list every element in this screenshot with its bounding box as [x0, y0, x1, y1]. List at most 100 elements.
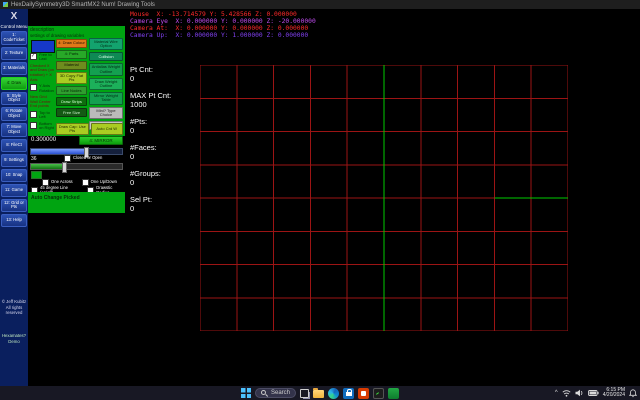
microsoft-store-icon[interactable]: [343, 388, 354, 399]
panel-subdescription: settings of drawing variables: [30, 33, 84, 38]
stat-value: 0: [130, 126, 171, 135]
grid-lines: [200, 65, 568, 331]
slider-handle[interactable]: [62, 162, 67, 173]
viewport[interactable]: Mouse X: -13.714579 Y: 5.428566 Z: 0.000…: [125, 9, 640, 386]
sidebar-item-13-help[interactable]: 13: Help: [1, 214, 27, 227]
stat-label: Pt Cnt:: [130, 65, 171, 74]
stat-faces: #Faces:0: [130, 143, 171, 161]
sidebar-item-12-grid-or-pts[interactable]: 12: Grid or Pts: [1, 199, 27, 213]
slider-fill: [31, 149, 84, 154]
sidebar-item-8-filect[interactable]: 8: FileCt: [1, 139, 27, 152]
mini-type-choice-button[interactable]: Mini? Type Choice: [89, 107, 123, 119]
stat-value: 0: [130, 178, 171, 187]
taskbar-clock[interactable]: 6:15 PM 4/20/2024: [603, 388, 625, 399]
sidebar-item-1-codeticket[interactable]: 1: CodeTicket: [1, 31, 27, 45]
auto-change-label: Auto Change Picked: [31, 195, 80, 201]
sidebar-item-5-style-object[interactable]: 5: Style Object: [1, 92, 27, 106]
notification-bell-icon[interactable]: [629, 389, 637, 398]
tray-overflow-caret-icon[interactable]: ^: [555, 390, 558, 396]
free-size-button[interactable]: Free Size: [56, 108, 87, 117]
checkbox-label: Top to Left: [39, 111, 55, 120]
sidebar-footer: Hexamates? Demo: [0, 333, 28, 344]
model-stats: Pt Cnt:0MAX Pt Cnt:1000#Pts:0#Faces:0#Gr…: [130, 65, 171, 213]
draw-cap-use-pts-button[interactable]: Draw Cap: Use Pts: [56, 123, 89, 135]
count-slider[interactable]: [30, 163, 123, 170]
sidebar-item-9-settings[interactable]: 9: Settings: [1, 154, 27, 167]
sidebar-item-6-rotate-object[interactable]: 6: Rotate Object: [1, 107, 27, 121]
checkbox-label: Y Axis Rotation: [39, 84, 55, 93]
mirror-weight-table-button[interactable]: Mirror Weight Table: [89, 92, 123, 104]
app-window: HexDailySymmetry3D SmartMX2 Num! Drawing…: [0, 0, 640, 400]
checkbox-free-to-last[interactable]: Free to Last: [30, 53, 55, 62]
checkbox-box: [30, 53, 37, 60]
sidebar-item-7-move-object[interactable]: 7: Move Object: [1, 123, 27, 137]
task-view-icon[interactable]: [300, 389, 309, 398]
checkbox-box: [82, 179, 89, 186]
stat-value: 0: [130, 204, 171, 213]
green-app-icon[interactable]: [388, 388, 399, 399]
file-explorer-icon[interactable]: [313, 390, 324, 398]
taskbar-search[interactable]: Search: [255, 388, 296, 398]
stat-value: 0: [130, 152, 171, 161]
start-button[interactable]: [241, 388, 251, 398]
settings-column: description settings of drawing variable…: [28, 9, 125, 386]
volume-icon[interactable]: [575, 389, 584, 397]
readout-line: Camera At: X: 0.000000 Y: 0.000000 Z: 0.…: [130, 25, 316, 32]
4-draw-colour-button[interactable]: 4: Draw Colour: [56, 39, 87, 48]
copyright-text: © Jeff Kubitz All rights reserved: [0, 299, 28, 316]
search-label: Search: [271, 390, 290, 396]
stat-label: Sel Pt:: [130, 195, 171, 204]
panel-left-column: Free to Last Checked X and Draw (on rota…: [30, 53, 55, 130]
terminal-app-icon[interactable]: [373, 388, 384, 399]
checkbox-top-to-left[interactable]: Top to Left: [30, 111, 55, 120]
auto-change-strip[interactable]: Auto Change Picked: [28, 192, 125, 213]
edge-browser-icon[interactable]: [328, 388, 339, 399]
4-parts-button[interactable]: 4: Parts: [56, 50, 87, 59]
sidebar-item-10-snap[interactable]: 10: Snap: [1, 169, 27, 182]
wifi-icon[interactable]: [562, 389, 571, 397]
window-title: HexDailySymmetry3D SmartMX2 Num! Drawing…: [11, 2, 155, 8]
checkbox-y-axis-rotation[interactable]: Y Axis Rotation: [30, 84, 55, 93]
office-app-icon[interactable]: [358, 388, 369, 399]
size-slider[interactable]: [30, 148, 123, 155]
draw-strips-button[interactable]: Draw Strips: [56, 97, 87, 106]
taskbar-apps: [300, 388, 399, 399]
auto-crd-w-button[interactable]: Auto Crd W: [91, 123, 124, 135]
stat-sel-pt: Sel Pt:0: [130, 195, 171, 213]
mirror-button[interactable]: 4: MIRROR: [79, 136, 123, 145]
slider1-value: 0.300000: [31, 137, 56, 143]
material-wire-option-button[interactable]: Material Wire Option: [89, 38, 123, 50]
material-button[interactable]: Material: [56, 61, 87, 70]
app-logo-icon: X: [0, 9, 28, 24]
panel-mid-buttons: 4: Draw Colour 4: Parts Material 3D Copy Fl…: [56, 39, 87, 117]
readout-line: Mouse X: -13.714579 Y: 5.428566 Z: 0.000…: [130, 11, 316, 18]
readout-line: Camera Up: X: 0.000000 Y: 1.000000 Z: 0.…: [130, 32, 316, 39]
checkbox-bottom-on-right[interactable]: Bottom on Right: [30, 122, 55, 131]
stat-label: #Pts:: [130, 117, 171, 126]
collision-button[interactable]: Collision: [89, 52, 123, 61]
draw-weight-outline-button[interactable]: Draw Weight Outline: [89, 78, 123, 90]
sidebar-item-11-game[interactable]: 11: Game: [1, 184, 27, 197]
sidebar-item-4-draw[interactable]: 4: Draw: [1, 77, 27, 90]
sidebar-item-2-texture[interactable]: 2: Texture: [1, 47, 27, 60]
sidebar: X Control Menu 1: CodeTicket2: Texture3:…: [0, 9, 28, 386]
stat-label: MAX Pt Cnt:: [130, 91, 171, 100]
panel-right-buttons: Material Wire Option Collision Antialias W…: [89, 38, 123, 130]
sidebar-item-3-materials[interactable]: 3: Materials: [1, 62, 27, 75]
checkbox-closed-or-open[interactable]: Closed or Open: [64, 155, 102, 162]
stat-value: 0: [130, 74, 171, 83]
drawing-settings-panel: description settings of drawing variable…: [28, 26, 125, 136]
3d-copy-flat-pts-button[interactable]: 3D Copy Flat Pts: [56, 72, 87, 84]
coordinate-readout: Mouse X: -13.714579 Y: 5.428566 Z: 0.000…: [130, 11, 316, 39]
checkbox-label: Free to Last: [39, 53, 55, 62]
line-nodes-button[interactable]: Line Nodes: [56, 86, 87, 95]
stat-label: #Faces:: [130, 143, 171, 152]
checkbox-label: Bottom on Right: [39, 122, 55, 131]
grid: [200, 65, 568, 331]
battery-icon[interactable]: [588, 390, 599, 396]
windows-logo-icon: [241, 388, 251, 398]
picked-color-swatch[interactable]: [31, 171, 42, 179]
stat-pts: #Pts:0: [130, 117, 171, 135]
panel-note-2: New Grid Wall Center End points: [30, 95, 55, 109]
antialias-weight-outline-button[interactable]: Antialias Weight Outline: [89, 63, 123, 75]
